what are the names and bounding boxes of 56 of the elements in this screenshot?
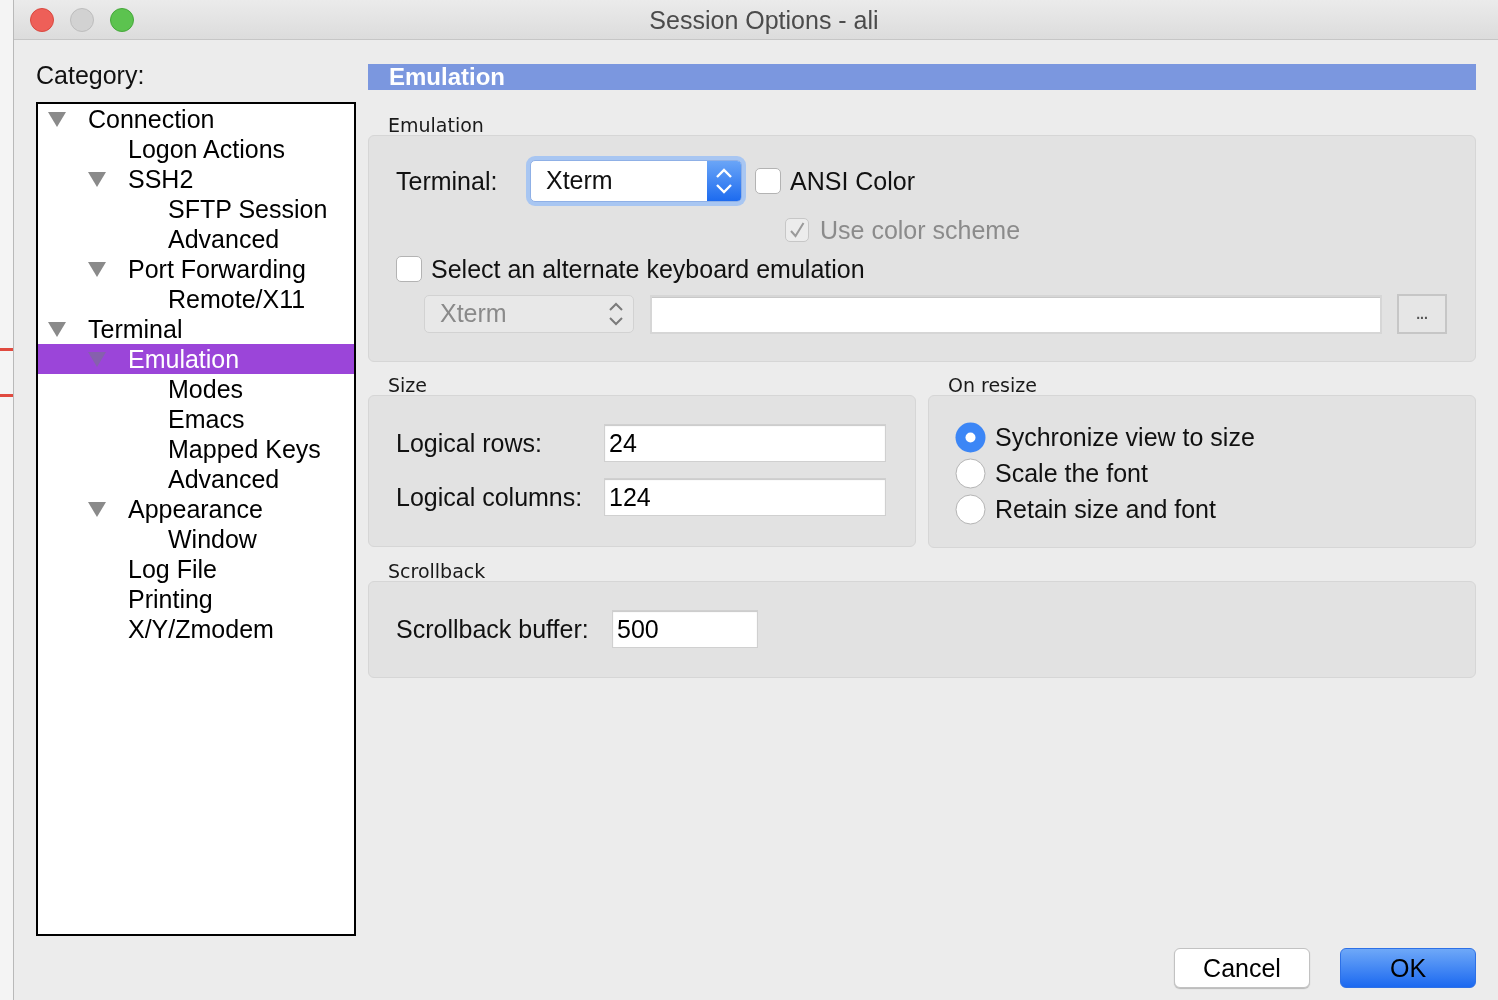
- checkbox[interactable]: [755, 168, 781, 194]
- tree-item[interactable]: X/Y/Zmodem: [38, 614, 354, 644]
- field-label: Logical rows:: [396, 428, 543, 458]
- radio-button[interactable]: [955, 493, 986, 525]
- text-field[interactable]: 500: [612, 610, 758, 648]
- radio-button[interactable]: [955, 421, 986, 453]
- tree-item[interactable]: Connection: [38, 104, 354, 134]
- expanded-triangle-icon[interactable]: [48, 321, 66, 337]
- tree-item[interactable]: Log File: [38, 554, 354, 584]
- tree-item[interactable]: Printing: [38, 584, 354, 614]
- field-label: Scrollback buffer:: [396, 614, 590, 644]
- tree-item[interactable]: Mapped Keys: [38, 434, 354, 464]
- group-title: Emulation: [387, 115, 484, 135]
- close-button[interactable]: [30, 7, 54, 32]
- tree-item[interactable]: Logon Actions: [38, 134, 354, 164]
- expanded-triangle-icon[interactable]: [88, 501, 106, 517]
- radio-button[interactable]: [955, 457, 986, 489]
- group-title: On resize: [947, 375, 1037, 395]
- browse-button[interactable]: ...: [1397, 294, 1447, 334]
- tree-item[interactable]: SSH2: [38, 164, 354, 194]
- expanded-triangle-icon[interactable]: [48, 111, 66, 127]
- zoom-button[interactable]: [110, 7, 134, 32]
- radio-label[interactable]: Retain size and font: [995, 494, 1216, 524]
- tree-item[interactable]: Emacs: [38, 404, 354, 434]
- category-label: Category:: [36, 61, 145, 89]
- tree-item[interactable]: Advanced: [38, 224, 354, 254]
- tree-item[interactable]: Advanced: [38, 464, 354, 494]
- window-title: Session Options - ali: [649, 4, 879, 35]
- tree-item[interactable]: Emulation: [38, 344, 354, 374]
- tree-item[interactable]: Modes: [38, 374, 354, 404]
- ok-button[interactable]: OK: [1340, 948, 1476, 988]
- tree-item[interactable]: Appearance: [38, 494, 354, 524]
- checkbox-label[interactable]: Select an alternate keyboard emulation: [431, 254, 865, 284]
- tree-item[interactable]: Window: [38, 524, 354, 554]
- up-down-chevron-icon: [707, 161, 741, 201]
- path-field[interactable]: [650, 294, 1382, 334]
- tree-item[interactable]: SFTP Session: [38, 194, 354, 224]
- checkbox-label: Use color scheme: [820, 215, 1021, 245]
- text-field[interactable]: 24: [604, 424, 886, 462]
- field-label: Terminal:: [396, 166, 499, 196]
- expanded-triangle-icon[interactable]: [88, 261, 106, 277]
- dropdown: Xterm: [424, 295, 634, 333]
- tree-item[interactable]: Remote/X11: [38, 284, 354, 314]
- expanded-triangle-icon[interactable]: [88, 171, 106, 187]
- group-title: Size: [387, 375, 427, 395]
- checkbox[interactable]: [396, 256, 422, 282]
- tree-item[interactable]: Terminal: [38, 314, 354, 344]
- cancel-button[interactable]: Cancel: [1174, 948, 1310, 988]
- checkbox-label[interactable]: ANSI Color: [790, 166, 916, 196]
- text-field[interactable]: 124: [604, 478, 886, 516]
- tree-item[interactable]: Port Forwarding: [38, 254, 354, 284]
- radio-label[interactable]: Scale the font: [995, 458, 1148, 488]
- field-label: Logical columns:: [396, 482, 584, 512]
- radio-label[interactable]: Sychronize view to size: [995, 422, 1255, 452]
- group-title: Scrollback: [387, 561, 486, 581]
- panel-heading: Emulation: [368, 64, 1476, 90]
